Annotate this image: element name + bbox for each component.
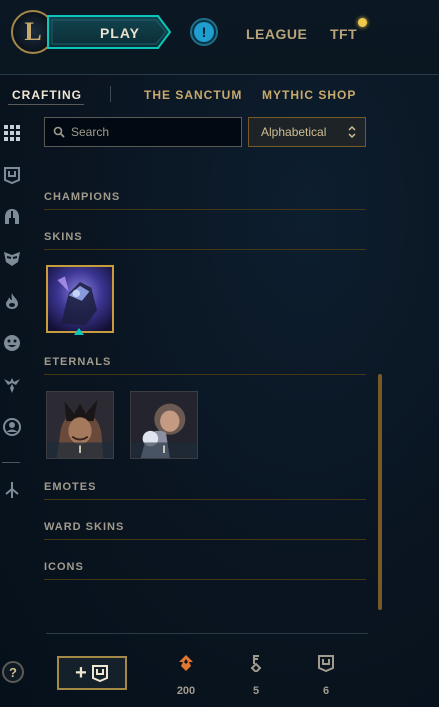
skin-shard-tile[interactable] [46,265,114,333]
tab-separator [110,86,111,102]
section-champions[interactable]: CHAMPIONS [44,191,120,203]
section-emotes[interactable]: EMOTES [44,481,96,493]
tab-active-underline [8,104,84,105]
section-skins[interactable]: SKINS [44,231,83,243]
chest-icon [91,665,108,682]
play-label: PLAY [99,25,141,41]
section-eternals[interactable]: ETERNALS [44,356,111,368]
chevron-updown-icon [348,125,356,139]
eternal-series-mark: I [162,444,166,456]
profile-icon[interactable] [2,417,22,437]
selected-indicator [74,328,84,335]
key-counter: 5 [236,654,276,697]
emote-face-icon[interactable] [2,333,22,353]
chest-icon [318,655,334,673]
sort-dropdown[interactable]: Alphabetical [248,117,366,147]
add-chest-button[interactable]: + [57,656,127,690]
exclamation-icon: ! [194,22,214,42]
orange-essence-icon [179,655,193,671]
eternal-tile[interactable]: I [46,391,114,459]
nav-league[interactable]: LEAGUE [246,26,307,42]
scrollbar-thumb[interactable] [378,374,382,610]
section-divider [44,209,366,210]
section-divider [44,499,366,500]
section-icons[interactable]: ICONS [44,561,84,573]
key-icon [250,655,262,674]
skin-artwork [48,267,112,331]
grid-icon[interactable] [2,123,22,143]
section-divider [44,374,366,375]
footer-divider [46,633,368,634]
fire-icon[interactable] [2,291,22,311]
tab-the-sanctum[interactable]: THE SANCTUM [144,88,242,102]
nav-tft[interactable]: TFT [330,26,357,42]
search-box[interactable] [44,117,242,147]
sidebar-separator [2,462,20,463]
eternal-series-mark: I [78,444,82,456]
tab-mythic-shop[interactable]: MYTHIC SHOP [262,88,356,102]
chest-value: 6 [322,685,330,697]
section-divider [44,539,366,540]
section-ward-skins[interactable]: WARD SKINS [44,521,124,533]
section-divider [44,249,366,250]
play-button[interactable]: PLAY [46,14,172,50]
tft-notification-dot [358,18,367,27]
chest-icon[interactable] [2,165,22,185]
mask-icon[interactable] [2,248,22,268]
arrow-icon[interactable] [2,480,22,500]
tab-crafting[interactable]: CRAFTING [12,88,82,102]
search-icon [53,126,65,138]
key-value: 5 [252,685,260,697]
orange-essence-counter: 200 [166,654,206,697]
sort-selected: Alphabetical [261,125,327,139]
chest-counter: 6 [306,654,346,697]
helmet-icon[interactable] [2,207,22,227]
search-input[interactable] [71,124,231,140]
plus-icon: + [75,662,87,684]
eternal-tile[interactable]: I [130,391,198,459]
ward-icon[interactable] [2,375,22,395]
section-divider [44,579,366,580]
alert-button[interactable]: ! [190,18,218,46]
help-button[interactable]: ? [2,661,24,683]
orange-essence-value: 200 [176,685,196,697]
